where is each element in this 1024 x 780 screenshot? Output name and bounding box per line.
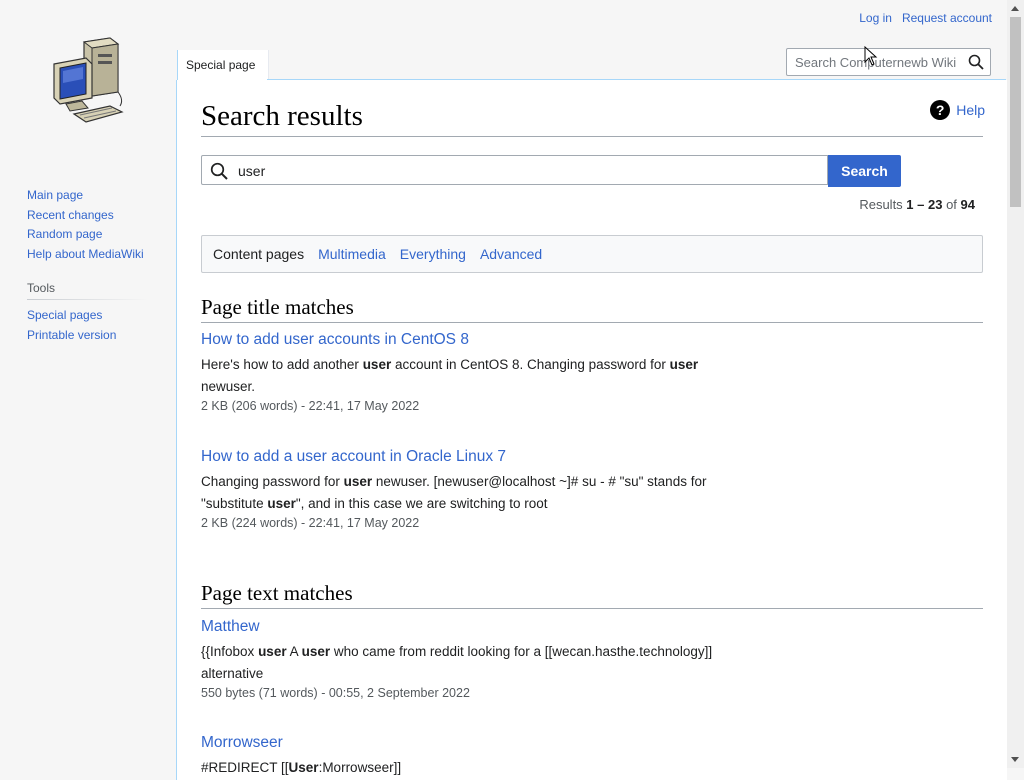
section-heading-text-matches: Page text matches <box>201 581 353 605</box>
search-field <box>201 155 828 185</box>
tab-advanced[interactable]: Advanced <box>480 246 542 262</box>
scroll-up-arrow-icon[interactable] <box>1011 6 1019 11</box>
result-snippet: Here's how to add another user account i… <box>201 357 699 394</box>
sidebar-item-random-page[interactable]: Random page <box>27 225 157 245</box>
result-meta: 550 bytes (71 words) - 00:55, 2 Septembe… <box>201 686 470 700</box>
sidebar-item-help[interactable]: Help about MediaWiki <box>27 245 157 265</box>
sidebar-item-special-pages[interactable]: Special pages <box>27 306 157 326</box>
login-link[interactable]: Log in <box>859 11 892 25</box>
result-snippet: {{Infobox user A user who came from redd… <box>201 644 713 681</box>
list-item: Morrowseer #REDIRECT [[User:Morrowseer]] <box>201 734 741 779</box>
help-link[interactable]: ? Help <box>930 100 985 120</box>
result-meta: 2 KB (206 words) - 22:41, 17 May 2022 <box>201 399 420 413</box>
results-of: of <box>942 197 961 212</box>
result-snippet: Changing password for user newuser. [new… <box>201 474 707 511</box>
title-divider <box>201 136 983 137</box>
search-button[interactable]: Search <box>828 155 901 187</box>
scrollbar-thumb[interactable] <box>1010 17 1021 207</box>
search-profile-tabs: Content pages Multimedia Everything Adva… <box>201 235 983 273</box>
sidebar-item-printable-version[interactable]: Printable version <box>27 326 157 346</box>
section-divider <box>201 322 983 323</box>
personal-tools: Log in Request account <box>859 11 992 25</box>
sidebar-navigation: Main page Recent changes Random page Hel… <box>27 186 157 264</box>
request-account-link[interactable]: Request account <box>902 11 992 25</box>
results-prefix: Results <box>859 197 907 212</box>
tab-content-pages[interactable]: Content pages <box>213 246 304 262</box>
sidebar: Main page Recent changes Random page Hel… <box>27 186 157 345</box>
sidebar-item-recent-changes[interactable]: Recent changes <box>27 206 157 226</box>
search-icon <box>210 162 228 180</box>
tools-heading: Tools <box>27 281 147 300</box>
search-icon[interactable] <box>968 54 984 70</box>
section-divider <box>201 608 983 609</box>
site-logo[interactable] <box>48 34 128 128</box>
tab-label: Special page <box>186 58 256 72</box>
tab-everything[interactable]: Everything <box>400 246 466 262</box>
vertical-scrollbar[interactable] <box>1007 0 1024 768</box>
sidebar-item-main-page[interactable]: Main page <box>27 186 157 206</box>
search-input[interactable] <box>236 162 820 180</box>
list-item: How to add a user account in Oracle Linu… <box>201 448 741 530</box>
result-title-link[interactable]: How to add a user account in Oracle Linu… <box>201 448 741 466</box>
page-title: Search results <box>201 100 363 132</box>
list-item: Matthew {{Infobox user A user who came f… <box>201 618 741 700</box>
result-meta: 2 KB (224 words) - 22:41, 17 May 2022 <box>201 516 420 530</box>
result-title-link[interactable]: How to add user accounts in CentOS 8 <box>201 331 741 349</box>
main-content: Search results ? Help Search Results 1 –… <box>176 80 1007 780</box>
section-heading-title-matches: Page title matches <box>201 295 354 319</box>
header-search <box>786 48 991 76</box>
help-label[interactable]: Help <box>956 102 985 118</box>
results-count: Results 1 – 23 of 94 <box>859 197 975 212</box>
scroll-down-arrow-icon[interactable] <box>1011 757 1019 762</box>
results-total: 94 <box>960 197 975 212</box>
result-title-link[interactable]: Morrowseer <box>201 734 741 752</box>
tab-multimedia[interactable]: Multimedia <box>318 246 386 262</box>
results-range: 1 – 23 <box>906 197 943 212</box>
computer-logo-icon <box>53 37 124 123</box>
result-title-link[interactable]: Matthew <box>201 618 741 636</box>
tab-special-page[interactable]: Special page <box>177 50 269 80</box>
mouse-cursor-icon <box>864 46 878 66</box>
result-snippet: #REDIRECT [[User:Morrowseer]] <box>201 760 402 775</box>
help-icon: ? <box>930 100 951 120</box>
list-item: How to add user accounts in CentOS 8 Her… <box>201 331 741 413</box>
